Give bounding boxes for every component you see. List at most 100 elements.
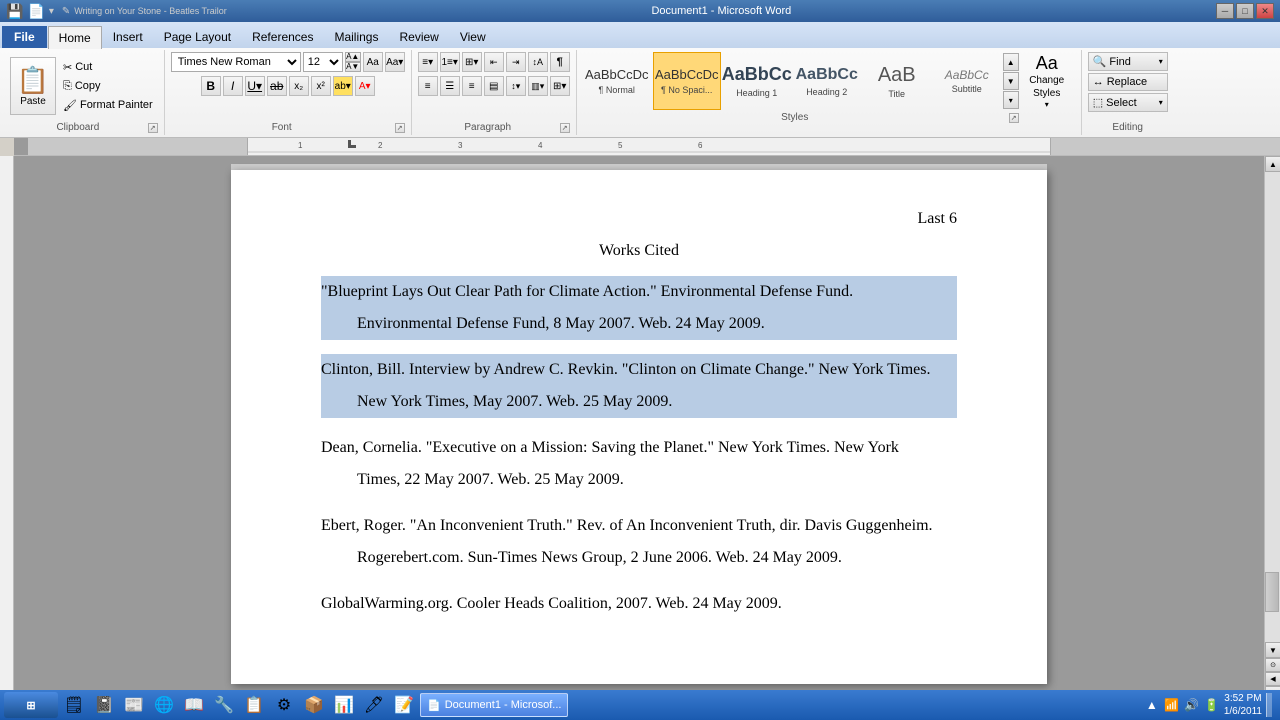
font-size-increase-button[interactable]: A▲ xyxy=(345,52,361,62)
paragraph-group: ≡▾ 1≡▾ ⊞▾ ⇤ ⇥ ↕A ¶ ≡ ☰ ≡ ▤ ↕▾ ▥▾ ⊞▾ Para… xyxy=(412,50,577,135)
tab-references[interactable]: References xyxy=(242,26,323,48)
style-heading1[interactable]: AaBbCc Heading 1 xyxy=(723,52,791,110)
font-expand-button[interactable]: ↗ xyxy=(395,123,405,133)
font-name-select[interactable]: Times New Roman xyxy=(171,52,301,72)
italic-button[interactable]: I xyxy=(223,76,243,96)
vertical-scrollbar[interactable]: ▲ ▼ ⊙ ◀ ▶ xyxy=(1264,156,1280,700)
numbering-button[interactable]: 1≡▾ xyxy=(440,52,460,72)
prev-page-button[interactable]: ◀ xyxy=(1265,672,1280,686)
text-highlight-button[interactable]: ab▾ xyxy=(333,76,353,96)
select-browse-button[interactable]: ⊙ xyxy=(1265,658,1280,672)
citation-3[interactable]: Dean, Cornelia. "Executive on a Mission:… xyxy=(321,432,957,496)
taskbar-icon-8[interactable]: ⚙ xyxy=(270,692,298,718)
increase-indent-button[interactable]: ⇥ xyxy=(506,52,526,72)
close-button[interactable]: ✕ xyxy=(1256,3,1274,19)
tab-review[interactable]: Review xyxy=(389,26,448,48)
tab-insert[interactable]: Insert xyxy=(103,26,153,48)
tab-page-layout[interactable]: Page Layout xyxy=(154,26,241,48)
citation-4[interactable]: Ebert, Roger. "An Inconvenient Truth." R… xyxy=(321,510,957,574)
underline-button[interactable]: U▾ xyxy=(245,76,265,96)
bullets-button[interactable]: ≡▾ xyxy=(418,52,438,72)
decrease-indent-button[interactable]: ⇤ xyxy=(484,52,504,72)
font-size-select[interactable]: 12 xyxy=(303,52,343,72)
styles-scroll-up-button[interactable]: ▲ xyxy=(1003,53,1019,71)
tray-volume-icon[interactable]: 🔊 xyxy=(1184,697,1200,713)
copy-button[interactable]: ⎘ Copy xyxy=(58,77,158,95)
replace-button[interactable]: ↔ Replace xyxy=(1088,73,1168,91)
strikethrough-button[interactable]: ab xyxy=(267,76,287,96)
works-cited-title[interactable]: Works Cited xyxy=(321,242,957,260)
scroll-up-button[interactable]: ▲ xyxy=(1265,156,1280,172)
styles-expand-button[interactable]: ↗ xyxy=(1009,113,1019,123)
taskbar-icon-6[interactable]: 🔧 xyxy=(210,692,238,718)
font-color-button[interactable]: A▾ xyxy=(355,76,375,96)
start-button[interactable]: ⊞ xyxy=(4,692,58,718)
taskbar-icon-7[interactable]: 📋 xyxy=(240,692,268,718)
citation-5[interactable]: GlobalWarming.org. Cooler Heads Coalitio… xyxy=(321,588,957,620)
tray-clock[interactable]: 3:52 PM 1/6/2011 xyxy=(1224,692,1262,718)
tab-home[interactable]: Home xyxy=(48,26,102,49)
cut-button[interactable]: ✂ Cut xyxy=(58,58,158,76)
minimize-button[interactable]: ─ xyxy=(1216,3,1234,19)
taskbar-icon-4[interactable]: 🌐 xyxy=(150,692,178,718)
styles-scroll-down-button[interactable]: ▼ xyxy=(1003,72,1019,90)
tab-mailings[interactable]: Mailings xyxy=(324,26,388,48)
paste-button[interactable]: 📋 Paste xyxy=(10,57,56,115)
style-subtitle[interactable]: AaBbCc Subtitle xyxy=(933,52,1001,110)
show-formatting-button[interactable]: ¶ xyxy=(550,52,570,72)
multilevel-button[interactable]: ⊞▾ xyxy=(462,52,482,72)
style-no-spacing[interactable]: AaBbCcDc ¶ No Spaci... xyxy=(653,52,721,110)
align-left-button[interactable]: ≡ xyxy=(418,76,438,96)
taskbar-icon-11[interactable]: 🖊 xyxy=(360,692,388,718)
scroll-down-button[interactable]: ▼ xyxy=(1265,642,1280,658)
change-styles-button[interactable]: Aa Change Styles ▾ xyxy=(1019,52,1075,110)
shading-button[interactable]: ▥▾ xyxy=(528,76,548,96)
select-button[interactable]: ⬚ Select ▾ xyxy=(1088,93,1168,112)
select-icon: ⬚ xyxy=(1093,96,1103,109)
scroll-thumb[interactable] xyxy=(1265,572,1279,612)
taskbar-icon-10[interactable]: 📊 xyxy=(330,692,358,718)
sort-button[interactable]: ↕A xyxy=(528,52,548,72)
paragraph-expand-button[interactable]: ↗ xyxy=(560,123,570,133)
taskbar-icon-2[interactable]: 📓 xyxy=(90,692,118,718)
citation-1[interactable]: "Blueprint Lays Out Clear Path for Clima… xyxy=(321,276,957,340)
scroll-track[interactable] xyxy=(1265,172,1280,642)
tray-icon-1[interactable]: ▲ xyxy=(1144,697,1160,713)
justify-button[interactable]: ▤ xyxy=(484,76,504,96)
citation-2[interactable]: Clinton, Bill. Interview by Andrew C. Re… xyxy=(321,354,957,418)
taskbar-icon-5[interactable]: 📖 xyxy=(180,692,208,718)
document-page: Last 6 Works Cited "Blueprint Lays Out C… xyxy=(231,170,1047,684)
borders-button[interactable]: ⊞▾ xyxy=(550,76,570,96)
show-desktop-button[interactable] xyxy=(1266,693,1272,717)
clipboard-expand-button[interactable]: ↗ xyxy=(148,123,158,133)
document-area[interactable]: Last 6 Works Cited "Blueprint Lays Out C… xyxy=(14,156,1264,700)
clear-format-button[interactable]: Aa xyxy=(363,52,383,72)
taskbar-icon-3[interactable]: 📰 xyxy=(120,692,148,718)
style-title[interactable]: AaB Title xyxy=(863,52,931,110)
align-right-button[interactable]: ≡ xyxy=(462,76,482,96)
superscript-button[interactable]: x² xyxy=(311,76,331,96)
align-center-button[interactable]: ☰ xyxy=(440,76,460,96)
maximize-button[interactable]: □ xyxy=(1236,3,1254,19)
bold-button[interactable]: B xyxy=(201,76,221,96)
taskbar-icon-word[interactable]: 📝 xyxy=(390,692,418,718)
styles-group: AaBbCcDc ¶ Normal AaBbCcDc ¶ No Spaci...… xyxy=(577,50,1082,135)
format-painter-button[interactable]: 🖌 Format Painter xyxy=(58,96,158,114)
tray-battery-icon[interactable]: 🔋 xyxy=(1204,697,1220,713)
ruler: 1 2 3 4 5 6 xyxy=(14,138,1280,156)
subscript-button[interactable]: x₂ xyxy=(289,76,309,96)
taskbar-icon-1[interactable]: 🗒 xyxy=(60,692,88,718)
style-heading2[interactable]: AaBbCc Heading 2 xyxy=(793,52,861,110)
style-normal[interactable]: AaBbCcDc ¶ Normal xyxy=(583,52,651,110)
line-spacing-button[interactable]: ↕▾ xyxy=(506,76,526,96)
tab-view[interactable]: View xyxy=(450,26,496,48)
find-button[interactable]: 🔍 Find ▾ xyxy=(1088,52,1168,71)
taskbar-icon-9[interactable]: 📦 xyxy=(300,692,328,718)
tab-file[interactable]: File xyxy=(2,26,47,48)
taskbar: ⊞ 🗒 📓 📰 🌐 📖 🔧 📋 ⚙ 📦 📊 🖊 📝 📄 Document1 - … xyxy=(0,690,1280,720)
change-case-button[interactable]: Aa▾ xyxy=(385,52,405,72)
font-size-decrease-button[interactable]: A▼ xyxy=(345,62,361,72)
active-app-button[interactable]: 📄 Document1 - Microsof... xyxy=(420,693,568,717)
styles-more-button[interactable]: ▾ xyxy=(1003,91,1019,109)
tray-network-icon[interactable]: 📶 xyxy=(1164,697,1180,713)
